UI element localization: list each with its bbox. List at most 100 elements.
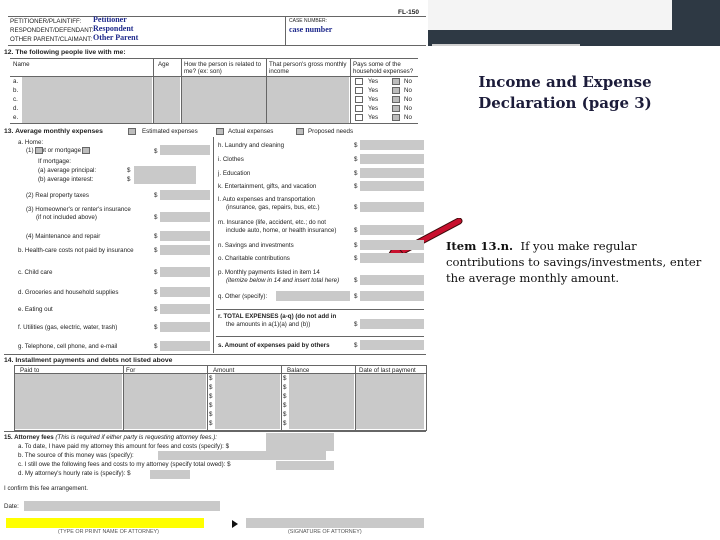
s12-age-field[interactable] <box>154 77 180 123</box>
s13-insurance: m. Insurance (life, accident, etc.; do n… <box>218 219 326 226</box>
s13-dollar: $ <box>354 204 358 211</box>
s13-dollar: $ <box>154 324 158 331</box>
attorney-name-highlight[interactable] <box>6 518 204 528</box>
s12-income-field[interactable] <box>267 77 349 123</box>
other-field[interactable] <box>360 291 424 301</box>
s13-savings: n. Savings and investments <box>218 242 294 249</box>
header-divider <box>285 16 286 45</box>
mortgage-checkbox[interactable] <box>82 147 90 154</box>
child-care-field[interactable] <box>160 267 210 277</box>
s12-yes-label: Yes <box>368 105 379 112</box>
insurance-field[interactable] <box>160 212 210 222</box>
s14-dollar: $ <box>283 393 287 400</box>
eating-out-field[interactable] <box>160 304 210 314</box>
col-relation: How the person is related to me? (ex: so… <box>184 61 266 75</box>
principal-field[interactable] <box>134 166 196 175</box>
s14-amount-field[interactable] <box>215 374 280 429</box>
s12-row-e: e. <box>13 114 19 121</box>
s12-yes-checkbox[interactable] <box>355 87 363 94</box>
s12-no-checkbox[interactable] <box>392 78 400 85</box>
interest-field[interactable] <box>134 175 196 184</box>
rent-amount-field[interactable] <box>160 145 210 155</box>
estimated-label: Estimated expenses <box>142 128 198 135</box>
attorney-signature-field[interactable] <box>246 518 424 528</box>
education-field[interactable] <box>360 168 424 178</box>
other-parent-label: OTHER PARENT/CLAIMANT: <box>10 36 93 43</box>
s15-owe-field[interactable] <box>276 461 334 470</box>
case-number-value: case number <box>289 25 333 34</box>
section12-top-line <box>10 58 418 59</box>
section15-title: 15. Attorney fees (This is required if e… <box>4 434 217 441</box>
s13-dollar: $ <box>154 192 158 199</box>
s14-dollar: $ <box>283 375 287 382</box>
insurance-other-field[interactable] <box>360 225 424 235</box>
charitable-field[interactable] <box>360 253 424 263</box>
s12-yes-label: Yes <box>368 78 379 85</box>
top-bar-accent <box>428 0 672 30</box>
s13-dollar: $ <box>354 255 358 262</box>
s13-auto: l. Auto expenses and transportation <box>218 196 316 203</box>
monthly-payments-field[interactable] <box>360 275 424 285</box>
entertainment-field[interactable] <box>360 181 424 191</box>
s12-no-checkbox[interactable] <box>392 114 400 121</box>
proposed-checkbox[interactable] <box>296 128 304 135</box>
s15-paid-field[interactable] <box>266 433 334 451</box>
s12-no-checkbox[interactable] <box>392 96 400 103</box>
header-top-line <box>8 16 426 17</box>
s15-source-field[interactable] <box>158 451 326 460</box>
s14-date-field[interactable] <box>356 374 424 429</box>
s12-no-checkbox[interactable] <box>392 105 400 112</box>
s12-yes-checkbox[interactable] <box>355 78 363 85</box>
s12-relation-field[interactable] <box>182 77 266 123</box>
s13-dollar: $ <box>354 227 358 234</box>
paid-by-others-field[interactable] <box>360 340 424 350</box>
telephone-field[interactable] <box>160 341 210 351</box>
s15-date-field[interactable] <box>24 501 220 511</box>
groceries-field[interactable] <box>160 287 210 297</box>
maintenance-field[interactable] <box>160 231 210 241</box>
s14-dollar: $ <box>283 384 287 391</box>
utilities-field[interactable] <box>160 322 210 332</box>
respondent-label: RESPONDENT/DEFENDANT: <box>10 27 94 34</box>
actual-checkbox[interactable] <box>216 128 224 135</box>
s13-dollar: $ <box>154 343 158 350</box>
s14-balance-field[interactable] <box>289 374 354 429</box>
laundry-field[interactable] <box>360 140 424 150</box>
s15-rate-field[interactable] <box>150 470 190 479</box>
s12-yes-checkbox[interactable] <box>355 114 363 121</box>
s13-auto-note: (insurance, gas, repairs, bus, etc.) <box>226 204 320 211</box>
total-field[interactable] <box>360 319 424 329</box>
section14-bottom-line <box>4 431 426 432</box>
savings-field[interactable] <box>360 240 424 250</box>
s12-yes-checkbox[interactable] <box>355 105 363 112</box>
section13-bottom-line <box>4 354 426 355</box>
s12-row-d: d. <box>13 105 19 112</box>
s13-total-note: the amounts in a(1)(a) and (b)) <box>226 321 311 328</box>
clothes-field[interactable] <box>360 154 424 164</box>
s14-for-field[interactable] <box>124 374 206 429</box>
s14-paid-to-field[interactable] <box>15 374 122 429</box>
petitioner-value: Petitioner <box>93 15 127 24</box>
estimated-checkbox[interactable] <box>128 128 136 135</box>
s12-yes-label: Yes <box>368 96 379 103</box>
other-specify-field[interactable] <box>276 291 350 301</box>
s13-dollar: $ <box>354 183 358 190</box>
auto-field[interactable] <box>360 202 424 212</box>
form-number: FL-150 <box>398 9 419 16</box>
s13-paid-by-others: s. Amount of expenses paid by others <box>218 342 330 349</box>
s13-insurance-note: include auto, home, or health insurance) <box>226 227 337 234</box>
s12-yes-checkbox[interactable] <box>355 96 363 103</box>
s13-utilities: f. Utilities (gas, electric, water, tras… <box>18 324 118 331</box>
property-taxes-field[interactable] <box>160 190 210 200</box>
s13-dollar: $ <box>154 247 158 254</box>
s12-no-label: No <box>404 114 412 121</box>
s13-dollar: $ <box>354 142 358 149</box>
s13-dollar: $ <box>354 170 358 177</box>
s12-name-field[interactable] <box>22 77 152 123</box>
health-care-field[interactable] <box>160 245 210 255</box>
rent-checkbox[interactable] <box>35 147 43 154</box>
s12-no-checkbox[interactable] <box>392 87 400 94</box>
s13-dollar: $ <box>154 289 158 296</box>
col-name: Name <box>13 61 30 68</box>
s13-avg-interest: (b) average interest: <box>38 176 94 183</box>
